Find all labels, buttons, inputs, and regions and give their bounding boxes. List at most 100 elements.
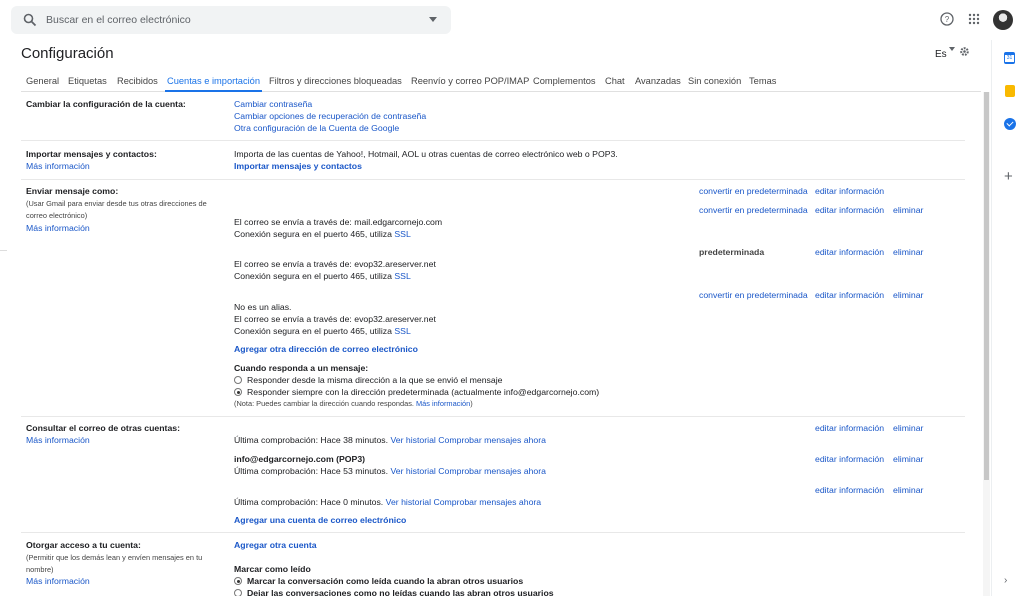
add-another-account-link[interactable]: Agregar otra cuenta [234,539,317,551]
send-as-section-label: Enviar mensaje como: [26,186,119,196]
edit-info-link[interactable]: editar información [815,289,884,301]
check-now-link[interactable]: Comprobar mensajes ahora [433,497,541,507]
add-email-address-link[interactable]: Agregar otra dirección de correo electró… [234,343,418,355]
calendar-icon[interactable]: 31 [1004,52,1015,64]
search-options-caret-icon[interactable] [429,17,437,22]
import-section-label: Importar mensajes y contactos: [26,149,157,159]
tab-inbox[interactable]: Recibidos [117,76,158,86]
last-check-label: Última comprobación: Hace 53 minutos. [234,466,389,476]
reply-same-address-label[interactable]: Responder desde la misma dirección a la … [247,374,502,386]
add-addon-icon[interactable]: + [1004,169,1016,184]
side-panel: 31 + › [991,40,1024,596]
edit-info-link[interactable]: editar información [815,484,884,496]
tasks-icon[interactable] [1004,118,1016,130]
settings-content: Cambiar la configuración de la cuenta: C… [0,92,983,596]
tab-general[interactable]: General [26,76,59,86]
send-via-server: El correo se envía a través de: evop32.a… [234,259,436,269]
send-as-subtitle-1: (Usar Gmail para enviar desde tus otras … [26,199,207,208]
change-password-link[interactable]: Cambiar contraseña [234,98,312,110]
pop3-account-name: info@edgarcornejo.com (POP3) [234,454,366,464]
google-account-settings-link[interactable]: Otra configuración de la Cuenta de Googl… [234,122,399,134]
top-bar: Buscar en el correo electrónico ? [0,0,1024,40]
check-now-link[interactable]: Comprobar mensajes ahora [438,466,546,476]
check-now-link[interactable]: Comprobar mensajes ahora [438,435,546,445]
last-check-text: Última comprobación: Hace 0 minutos. Ver… [234,496,541,508]
import-more-info-link[interactable]: Más información [26,160,90,172]
last-check-text: Última comprobación: Hace 53 minutos. Ve… [234,465,546,477]
ssl-link[interactable]: SSL [394,326,410,336]
reply-default-address-radio[interactable] [234,388,242,396]
language-selector[interactable]: Es [935,49,947,60]
view-history-link[interactable]: Ver historial [390,435,435,445]
edit-info-link[interactable]: editar información [815,185,884,197]
delete-link[interactable]: eliminar [893,289,923,301]
leave-unread-radio[interactable] [234,589,242,596]
leave-unread-label[interactable]: Dejar las conversaciones como no leídas … [247,587,554,596]
keep-icon[interactable] [1005,85,1015,97]
tab-accounts-import[interactable]: Cuentas e importación [167,76,260,86]
scrollbar-thumb[interactable] [984,92,989,480]
make-default-link[interactable]: convertir en predeterminada [699,289,808,301]
help-icon[interactable]: ? [940,12,954,26]
delete-link[interactable]: eliminar [893,453,923,465]
expand-panel-icon[interactable]: › [1004,575,1016,586]
last-check-label: Última comprobación: Hace 0 minutos. [234,497,384,507]
reply-note: (Nota: Puedes cambiar la dirección cuand… [234,398,473,410]
secure-connection-label: Conexión segura en el puerto 465, utiliz… [234,326,392,336]
delete-link[interactable]: eliminar [893,422,923,434]
last-check-text: Última comprobación: Hace 38 minutos. Ve… [234,434,546,446]
view-history-link[interactable]: Ver historial [386,497,431,507]
section-divider [21,532,965,533]
check-mail-more-info-link[interactable]: Más información [26,434,90,446]
page-title: Configuración [21,45,114,62]
view-history-link[interactable]: Ver historial [390,466,435,476]
apps-grid-icon[interactable] [968,13,980,25]
reply-same-address-radio[interactable] [234,376,242,384]
ssl-link[interactable]: SSL [394,229,410,239]
tab-themes[interactable]: Temas [749,76,776,86]
mark-read-label[interactable]: Marcar la conversación como leída cuando… [247,575,523,587]
import-description: Importa de las cuentas de Yahoo!, Hotmai… [234,149,618,159]
reply-default-address-label[interactable]: Responder siempre con la dirección prede… [247,386,599,398]
edit-info-link[interactable]: editar información [815,422,884,434]
tab-offline[interactable]: Sin conexión [688,76,741,86]
not-alias-text: No es un alias. [234,302,292,312]
last-check-label: Última comprobación: Hace 38 minutos. [234,435,389,445]
edit-info-link[interactable]: editar información [815,204,884,216]
grant-access-subtitle-1: (Permitir que los demás lean y envíen me… [26,553,203,562]
delete-link[interactable]: eliminar [893,484,923,496]
grant-access-section-label: Otorgar acceso a tu cuenta: [26,540,141,550]
secure-connection-label: Conexión segura en el puerto 465, utiliz… [234,229,392,239]
grant-access-more-info-link[interactable]: Más información [26,575,90,587]
language-caret-icon[interactable] [949,47,955,51]
account-section-label: Cambiar la configuración de la cuenta: [26,99,186,109]
edit-info-link[interactable]: editar información [815,246,884,258]
reply-note-more-info-link[interactable]: Más información [416,399,470,408]
tab-chat[interactable]: Chat [605,76,625,86]
tab-forwarding[interactable]: Reenvío y correo POP/IMAP [411,76,529,86]
tab-filters[interactable]: Filtros y direcciones bloqueadas [269,76,402,86]
delete-link[interactable]: eliminar [893,246,923,258]
svg-text:?: ? [945,15,950,24]
add-mail-account-link[interactable]: Agregar una cuenta de correo electrónico [234,514,406,526]
search-input[interactable]: Buscar en el correo electrónico [46,14,191,26]
import-messages-link[interactable]: Importar mensajes y contactos [234,160,362,172]
secure-connection-text: Conexión segura en el puerto 465, utiliz… [234,325,411,337]
account-avatar[interactable] [993,10,1013,30]
delete-link[interactable]: eliminar [893,204,923,216]
tab-addons[interactable]: Complementos [533,76,596,86]
tab-advanced[interactable]: Avanzadas [635,76,681,86]
make-default-link[interactable]: convertir en predeterminada [699,185,808,197]
edit-info-link[interactable]: editar información [815,453,884,465]
secure-connection-text: Conexión segura en el puerto 465, utiliz… [234,270,411,282]
make-default-link[interactable]: convertir en predeterminada [699,204,808,216]
change-recovery-link[interactable]: Cambiar opciones de recuperación de cont… [234,110,426,122]
search-bar[interactable]: Buscar en el correo electrónico [11,6,451,34]
calendar-day: 31 [1005,55,1014,62]
send-as-more-info-link[interactable]: Más información [26,222,90,234]
tab-labels[interactable]: Etiquetas [68,76,107,86]
gear-icon[interactable] [959,46,970,57]
mark-read-radio[interactable] [234,577,242,585]
ssl-link[interactable]: SSL [394,271,410,281]
search-icon[interactable] [23,13,37,27]
